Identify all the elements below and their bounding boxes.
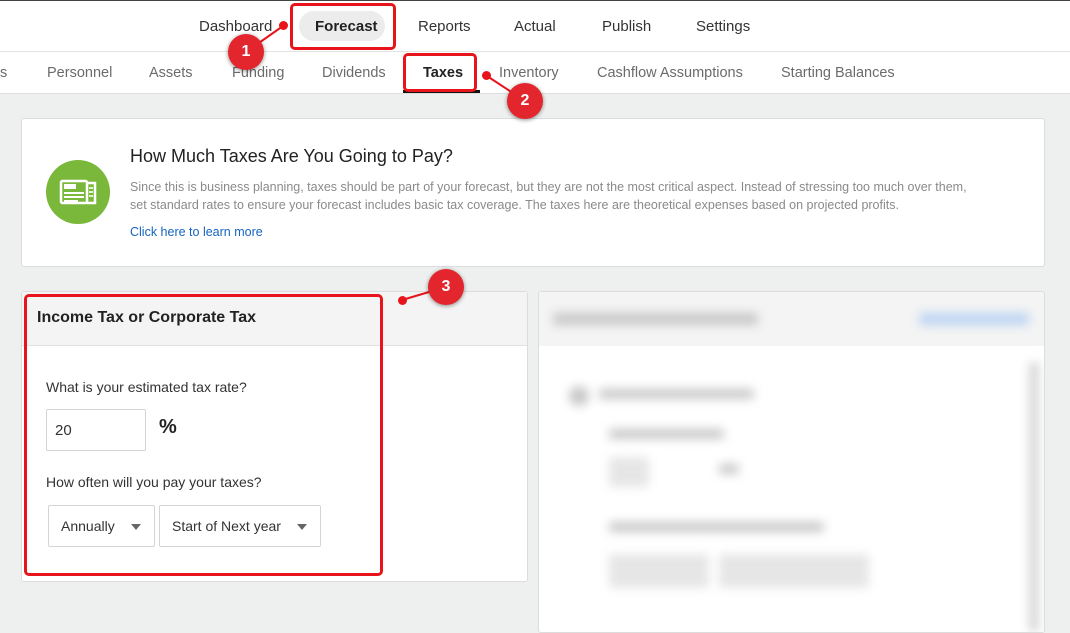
annotation-dot [279, 21, 288, 30]
annotation-dot [398, 296, 407, 305]
annotation-dot [482, 71, 491, 80]
annotation-badge-3: 3 [428, 269, 464, 305]
annotation-badge-2: 2 [507, 83, 543, 119]
annotation-badge-1: 1 [228, 34, 264, 70]
